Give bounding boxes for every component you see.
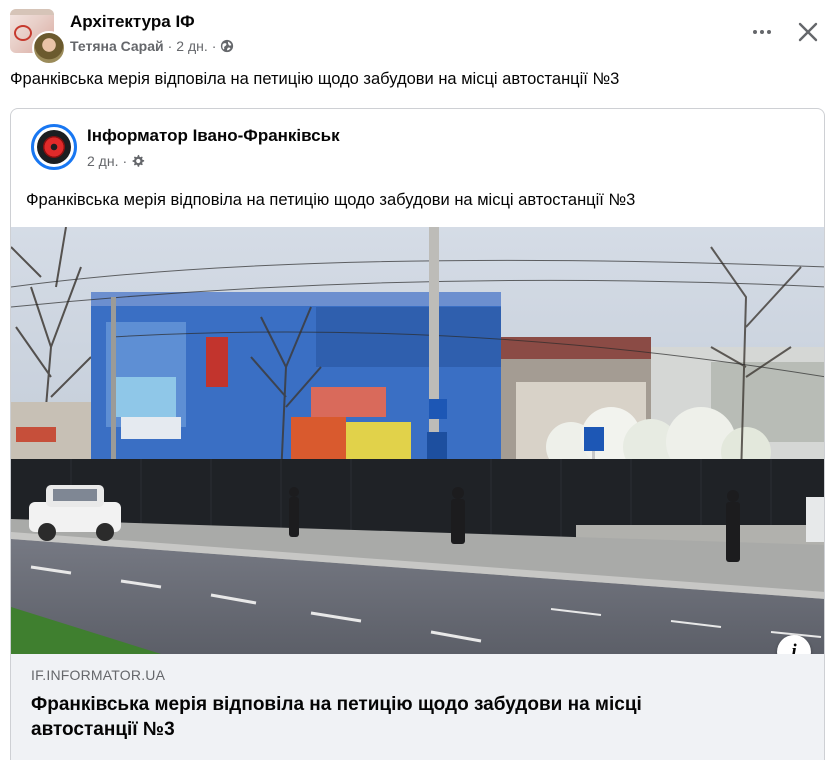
shared-post-card: Інформатор Івано-Франківськ 2 дн. · Фран… bbox=[10, 108, 825, 760]
shared-post-meta: 2 дн. · bbox=[87, 153, 145, 169]
more-options-button[interactable] bbox=[748, 20, 776, 44]
group-name-link[interactable]: Архітектура ІФ bbox=[70, 12, 195, 32]
meta-separator: · bbox=[122, 153, 128, 169]
post-meta: Тетяна Сарай · 2 дн. · bbox=[70, 38, 234, 54]
link-preview[interactable]: IF.INFORMATOR.UA Франківська мерія відпо… bbox=[11, 654, 824, 760]
post-message: Франківська мерія відповіла на петицію щ… bbox=[10, 70, 620, 88]
gear-icon[interactable] bbox=[131, 154, 145, 168]
link-domain: IF.INFORMATOR.UA bbox=[31, 667, 166, 683]
group-avatar[interactable] bbox=[10, 9, 66, 65]
link-title[interactable]: Франківська мерія відповіла на петицію щ… bbox=[31, 692, 731, 742]
author-avatar[interactable] bbox=[32, 31, 66, 65]
page-name-link[interactable]: Інформатор Івано-Франківськ bbox=[87, 126, 340, 146]
meta-separator: · bbox=[211, 38, 217, 54]
close-icon[interactable] bbox=[794, 18, 822, 46]
shared-post-message: Франківська мерія відповіла на петицію щ… bbox=[26, 191, 636, 209]
meta-separator: · bbox=[167, 38, 173, 54]
eye-logo-icon bbox=[43, 136, 65, 158]
author-name-link[interactable]: Тетяна Сарай bbox=[70, 38, 164, 54]
page-avatar[interactable] bbox=[31, 124, 77, 170]
post-header: Архітектура ІФ Тетяна Сарай · 2 дн. · bbox=[0, 0, 825, 65]
news-photo[interactable] bbox=[11, 227, 825, 654]
shared-post-timestamp[interactable]: 2 дн. bbox=[87, 153, 118, 169]
post-timestamp[interactable]: 2 дн. bbox=[176, 38, 207, 54]
globe-icon[interactable] bbox=[220, 39, 234, 53]
more-dots-icon bbox=[753, 30, 757, 34]
